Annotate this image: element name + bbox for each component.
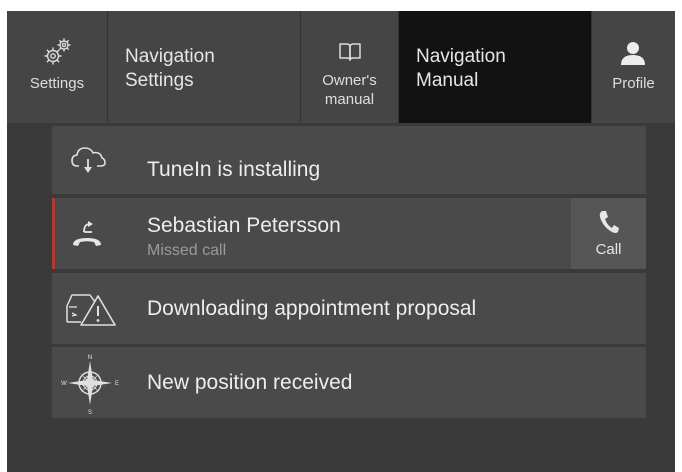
gear-icon	[44, 38, 71, 65]
call-button[interactable]: Call	[571, 198, 646, 269]
cloud-download-icon	[71, 147, 106, 173]
notification-title: Downloading appointment proposal	[147, 297, 477, 320]
notification-item-tunein[interactable]: TuneIn is installing	[52, 126, 646, 194]
profile-icon	[621, 42, 645, 65]
missed-call-subtitle: Missed call	[147, 242, 227, 259]
settings-label: Settings	[29, 75, 85, 92]
notification-item-missed-call[interactable]: Sebastian Petersson Missed call Call	[52, 198, 646, 269]
notification-item-position[interactable]: N S W E New position received	[52, 347, 646, 418]
compass-east-label: E	[115, 381, 119, 387]
profile-label: Profile	[612, 75, 655, 92]
missed-call-icon	[73, 221, 101, 246]
profile-button[interactable]: Profile	[592, 11, 675, 123]
notification-item-appointment[interactable]: Downloading appointment proposal	[52, 273, 646, 344]
caller-name: Sebastian Petersson	[147, 214, 341, 237]
owners-manual-button[interactable]: Owner's manual	[301, 11, 398, 123]
compass-rose-icon: N S W E	[61, 355, 119, 415]
owners-manual-label: Owner's manual	[322, 72, 377, 108]
car-warning-icon	[66, 294, 116, 326]
call-label: Call	[595, 241, 622, 258]
navigation-settings-label: Navigation Settings	[125, 46, 215, 91]
missed-call-accent	[52, 198, 55, 269]
navigation-manual-label: Navigation Manual	[416, 46, 506, 91]
navigation-manual-button[interactable]: Navigation Manual	[399, 11, 591, 123]
notification-title: New position received	[147, 371, 353, 394]
compass-north-label: N	[88, 355, 92, 361]
book-icon	[339, 43, 361, 61]
compass-west-label: W	[61, 381, 67, 387]
top-bar: Settings Navigation Settings Owner's man…	[7, 11, 675, 123]
navigation-settings-button[interactable]: Navigation Settings	[108, 11, 300, 123]
phone-icon	[599, 211, 619, 233]
compass-south-label: S	[88, 410, 92, 415]
notification-screen: Settings Navigation Settings Owner's man…	[7, 11, 675, 472]
notification-title: TuneIn is installing	[147, 158, 321, 181]
settings-button[interactable]: Settings	[7, 11, 107, 123]
